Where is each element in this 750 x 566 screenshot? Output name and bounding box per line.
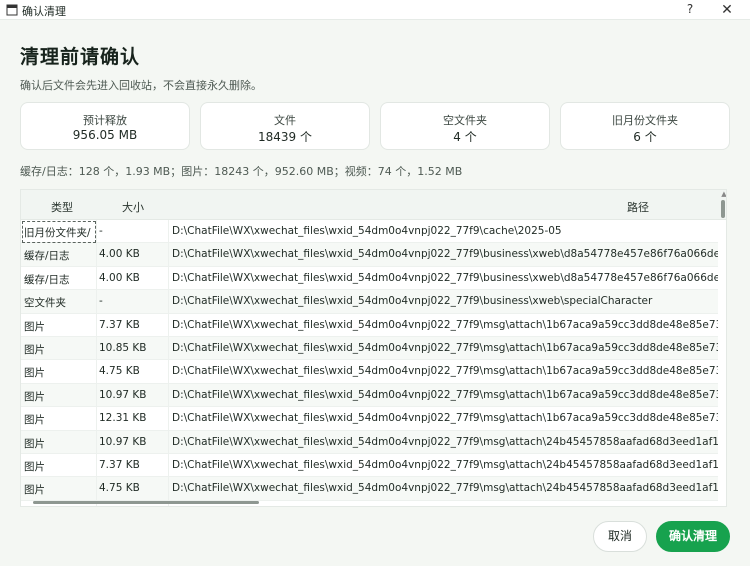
cell-path: D:\ChatFile\WX\xwechat_files\wxid_54dm0o…: [172, 412, 718, 425]
table-row[interactable]: 旧月份文件夹/ - D:\ChatFile\WX\xwechat_files\w…: [21, 220, 718, 244]
summary-card-label: 旧月份文件夹: [612, 114, 678, 127]
horizontal-scrollbar[interactable]: [33, 501, 259, 504]
table-row[interactable]: 图片 10.97 KB D:\ChatFile\WX\xwechat_files…: [21, 383, 718, 408]
table-row[interactable]: 空文件夹 - D:\ChatFile\WX\xwechat_files\wxid…: [21, 290, 718, 314]
column-divider: [168, 220, 169, 506]
table-body: 旧月份文件夹/ - D:\ChatFile\WX\xwechat_files\w…: [21, 220, 718, 501]
summary-card-freed: 预计释放 956.05 MB: [20, 102, 190, 150]
cell-path: D:\ChatFile\WX\xwechat_files\wxid_54dm0o…: [172, 365, 718, 378]
cell-size: 4.75 KB: [99, 482, 140, 495]
app-window-icon: [6, 4, 18, 16]
cell-size: -: [99, 225, 103, 237]
table-row[interactable]: 图片 4.75 KB D:\ChatFile\WX\xwechat_files\…: [21, 360, 718, 384]
cell-size: 7.37 KB: [99, 458, 140, 471]
cell-type: 图片: [24, 414, 45, 427]
cell-type: 图片: [24, 320, 45, 333]
cell-type: 缓存/日志: [24, 273, 70, 286]
cell-path: D:\ChatFile\WX\xwechat_files\wxid_54dm0o…: [172, 458, 718, 471]
summary-card-files: 文件 18439 个: [200, 102, 370, 150]
summary-card-label: 文件: [274, 114, 296, 127]
cell-path: D:\ChatFile\WX\xwechat_files\wxid_54dm0o…: [172, 225, 562, 237]
cell-path: D:\ChatFile\WX\xwechat_files\wxid_54dm0o…: [172, 271, 718, 284]
summary-card-value: 6 个: [633, 130, 657, 144]
table-row[interactable]: 缓存/日志 4.00 KB D:\ChatFile\WX\xwechat_fil…: [21, 243, 718, 267]
cell-path: D:\ChatFile\WX\xwechat_files\wxid_54dm0o…: [172, 295, 653, 308]
column-header-size[interactable]: 大小: [122, 199, 144, 215]
cell-type: 图片: [24, 460, 45, 473]
cancel-button[interactable]: 取消: [593, 521, 647, 552]
help-button[interactable]: ?: [683, 2, 697, 18]
window-title: 确认清理: [22, 5, 66, 18]
page-title: 清理前请确认: [20, 46, 141, 68]
table-row[interactable]: 缓存/日志 4.00 KB D:\ChatFile\WX\xwechat_fil…: [21, 267, 718, 291]
summary-card-empty-folders: 空文件夹 4 个: [380, 102, 550, 150]
summary-card-value: 4 个: [453, 130, 477, 144]
cell-path: D:\ChatFile\WX\xwechat_files\wxid_54dm0o…: [172, 388, 718, 401]
cell-size: 10.85 KB: [99, 341, 147, 354]
cell-size: 4.00 KB: [99, 271, 140, 284]
summary-card-label: 预计释放: [83, 114, 127, 127]
cell-size: -: [99, 295, 103, 308]
table-row[interactable]: 图片 7.37 KB D:\ChatFile\WX\xwechat_files\…: [21, 454, 718, 478]
summary-card-old-month-folders: 旧月份文件夹 6 个: [560, 102, 730, 150]
cell-type: 缓存/日志: [24, 250, 70, 263]
file-table[interactable]: 类型 大小 路径 ▲ 旧月份文件夹/ - D:\ChatFile\WX\xwec…: [20, 189, 727, 507]
column-header-path[interactable]: 路径: [627, 199, 649, 215]
table-row[interactable]: 图片 10.97 KB D:\ChatFile\WX\xwechat_files…: [21, 430, 718, 454]
cell-type: 图片: [24, 367, 45, 380]
summary-card-value: 18439 个: [258, 130, 312, 144]
cell-size: 4.75 KB: [99, 365, 140, 378]
cell-path: D:\ChatFile\WX\xwechat_files\wxid_54dm0o…: [172, 248, 718, 261]
cell-type: 图片: [24, 343, 45, 356]
cell-path: D:\ChatFile\WX\xwechat_files\wxid_54dm0o…: [172, 435, 718, 448]
page-subtitle: 确认后文件会先进入回收站，不会直接永久删除。: [20, 79, 262, 92]
table-row[interactable]: 图片 12.31 KB D:\ChatFile\WX\xwechat_files…: [21, 407, 718, 431]
cell-type: 图片: [24, 437, 45, 450]
cell-size: 12.31 KB: [99, 412, 147, 425]
focused-cell-outline: [22, 221, 96, 243]
cell-path: D:\ChatFile\WX\xwechat_files\wxid_54dm0o…: [172, 482, 718, 495]
size-breakdown: 缓存/日志：128 个，1.93 MB；图片：18243 个，952.60 MB…: [20, 165, 463, 178]
cell-path: D:\ChatFile\WX\xwechat_files\wxid_54dm0o…: [172, 341, 718, 354]
table-row[interactable]: 图片 4.75 KB D:\ChatFile\WX\xwechat_files\…: [21, 477, 718, 501]
close-button[interactable]: ✕: [718, 1, 736, 19]
cell-size: 7.37 KB: [99, 318, 140, 331]
table-row[interactable]: 图片 10.85 KB D:\ChatFile\WX\xwechat_files…: [21, 336, 718, 361]
column-divider: [96, 220, 97, 506]
table-row[interactable]: 图片 7.37 KB D:\ChatFile\WX\xwechat_files\…: [21, 314, 718, 337]
cell-path: D:\ChatFile\WX\xwechat_files\wxid_54dm0o…: [172, 318, 718, 331]
cell-size: 4.00 KB: [99, 248, 140, 261]
vertical-scrollbar[interactable]: [721, 200, 725, 218]
confirm-clean-button[interactable]: 确认清理: [656, 521, 730, 552]
cell-size: 10.97 KB: [99, 388, 147, 401]
summary-card-label: 空文件夹: [443, 114, 487, 127]
cell-type: 空文件夹: [24, 297, 66, 310]
column-header-type[interactable]: 类型: [51, 199, 73, 215]
cell-type: 图片: [24, 484, 45, 497]
cell-type: 图片: [24, 390, 45, 403]
title-bar: 确认清理 ? ✕: [0, 0, 750, 20]
summary-card-value: 956.05 MB: [72, 128, 138, 142]
table-header: 类型 大小 路径: [21, 190, 726, 220]
scroll-up-icon[interactable]: ▲: [720, 190, 726, 198]
cell-size: 10.97 KB: [99, 435, 147, 448]
